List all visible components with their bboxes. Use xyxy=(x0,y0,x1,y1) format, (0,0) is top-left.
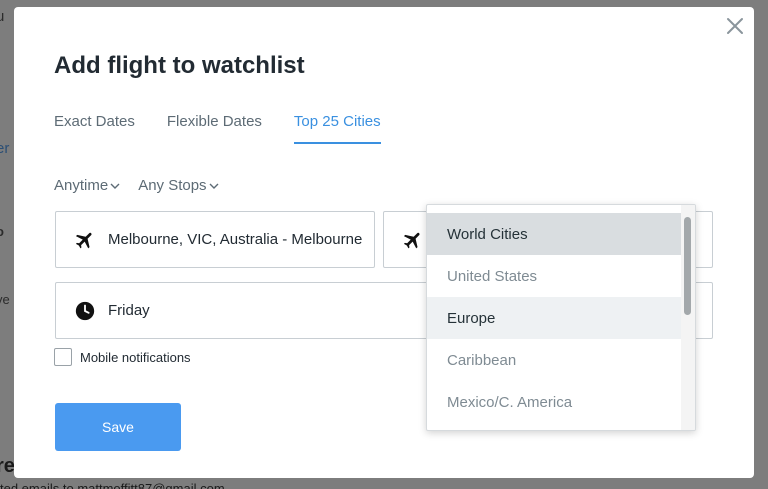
stops-filter-label: Any Stops xyxy=(138,177,207,194)
dropdown-scrollbar-thumb[interactable] xyxy=(684,217,691,315)
dropdown-item-world-cities[interactable]: World Cities xyxy=(427,213,683,255)
close-button[interactable] xyxy=(722,13,748,39)
chevron-down-icon xyxy=(209,183,219,189)
mobile-notifications-label: Mobile notifications xyxy=(80,349,191,365)
day-value: Friday xyxy=(108,302,150,319)
dropdown-item-united-states[interactable]: United States xyxy=(427,255,683,297)
background-email-text: ted emails to mattmoffitt87@gmail.com xyxy=(0,481,225,489)
date-mode-tabs: Exact Dates Flexible Dates Top 25 Cities xyxy=(54,113,381,144)
modal-title: Add flight to watchlist xyxy=(54,52,305,79)
mobile-notifications-row: Mobile notifications xyxy=(54,348,191,366)
save-button[interactable]: Save xyxy=(55,403,181,451)
time-filter-label: Anytime xyxy=(54,177,109,194)
origin-value: Melbourne, VIC, Australia - Melbourne xyxy=(108,231,363,248)
background-text-fragment: u xyxy=(0,8,5,25)
filters-row: Anytime Any Stops xyxy=(54,177,219,194)
chevron-down-icon xyxy=(110,183,120,189)
close-icon xyxy=(727,18,743,34)
background-text-fragment: ve xyxy=(0,292,10,307)
origin-input[interactable]: Melbourne, VIC, Australia - Melbourne xyxy=(55,211,375,268)
tab-exact-dates[interactable]: Exact Dates xyxy=(54,113,135,144)
time-filter-dropdown[interactable]: Anytime xyxy=(54,177,120,194)
dropdown-item-mexico-c-america[interactable]: Mexico/C. America xyxy=(427,381,683,423)
plane-icon xyxy=(75,232,92,248)
city-region-dropdown-menu: World Cities United States Europe Caribb… xyxy=(426,204,696,431)
clock-icon xyxy=(75,301,95,320)
stops-filter-dropdown[interactable]: Any Stops xyxy=(138,177,219,194)
tab-top-25-cities[interactable]: Top 25 Cities xyxy=(293,113,381,144)
dropdown-item-caribbean[interactable]: Caribbean xyxy=(427,339,683,381)
background-heading-fragment: re xyxy=(0,455,15,477)
tab-flexible-dates[interactable]: Flexible Dates xyxy=(167,113,262,144)
plane-icon xyxy=(403,232,420,248)
background-link-fragment: er xyxy=(0,140,10,157)
dropdown-item-europe[interactable]: Europe xyxy=(427,297,683,339)
dropdown-scrollbar[interactable] xyxy=(681,205,695,430)
mobile-notifications-checkbox[interactable] xyxy=(54,348,72,366)
background-text-fragment: o xyxy=(0,224,4,239)
